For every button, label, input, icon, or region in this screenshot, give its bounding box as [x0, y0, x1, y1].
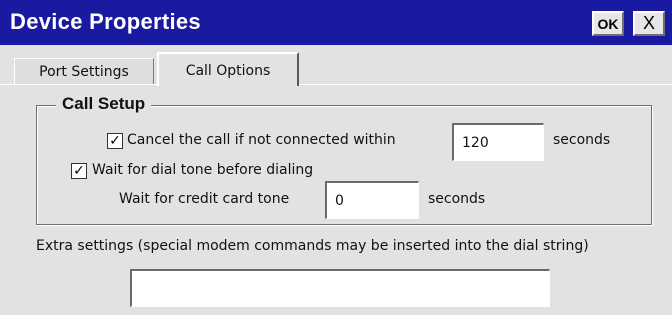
title-bar: Device Properties OK X: [0, 0, 672, 45]
cancel-call-label: Cancel the call if not connected within: [127, 132, 396, 148]
cancel-call-checkbox[interactable]: ✓: [107, 133, 123, 149]
cancel-call-unit-label: seconds: [553, 132, 611, 148]
ok-button[interactable]: OK: [592, 11, 624, 36]
call-setup-title: Call Setup: [56, 94, 152, 114]
wait-dial-tone-label: Wait for dial tone before dialing: [92, 162, 314, 178]
credit-card-tone-seconds-input[interactable]: [325, 181, 419, 219]
tab-strip-divider: [0, 84, 672, 85]
window-title: Device Properties: [10, 9, 201, 34]
extra-settings-label: Extra settings (special modem commands m…: [36, 238, 589, 254]
extra-settings-input[interactable]: [130, 269, 550, 307]
close-button[interactable]: X: [633, 11, 665, 36]
cancel-call-seconds-input[interactable]: [452, 123, 544, 161]
tab-port-settings[interactable]: Port Settings: [14, 58, 154, 84]
credit-card-tone-label: Wait for credit card tone: [119, 191, 290, 207]
wait-dial-tone-checkbox[interactable]: ✓: [71, 163, 87, 179]
credit-card-tone-unit-label: seconds: [428, 191, 486, 207]
tab-call-options[interactable]: Call Options: [157, 52, 299, 86]
